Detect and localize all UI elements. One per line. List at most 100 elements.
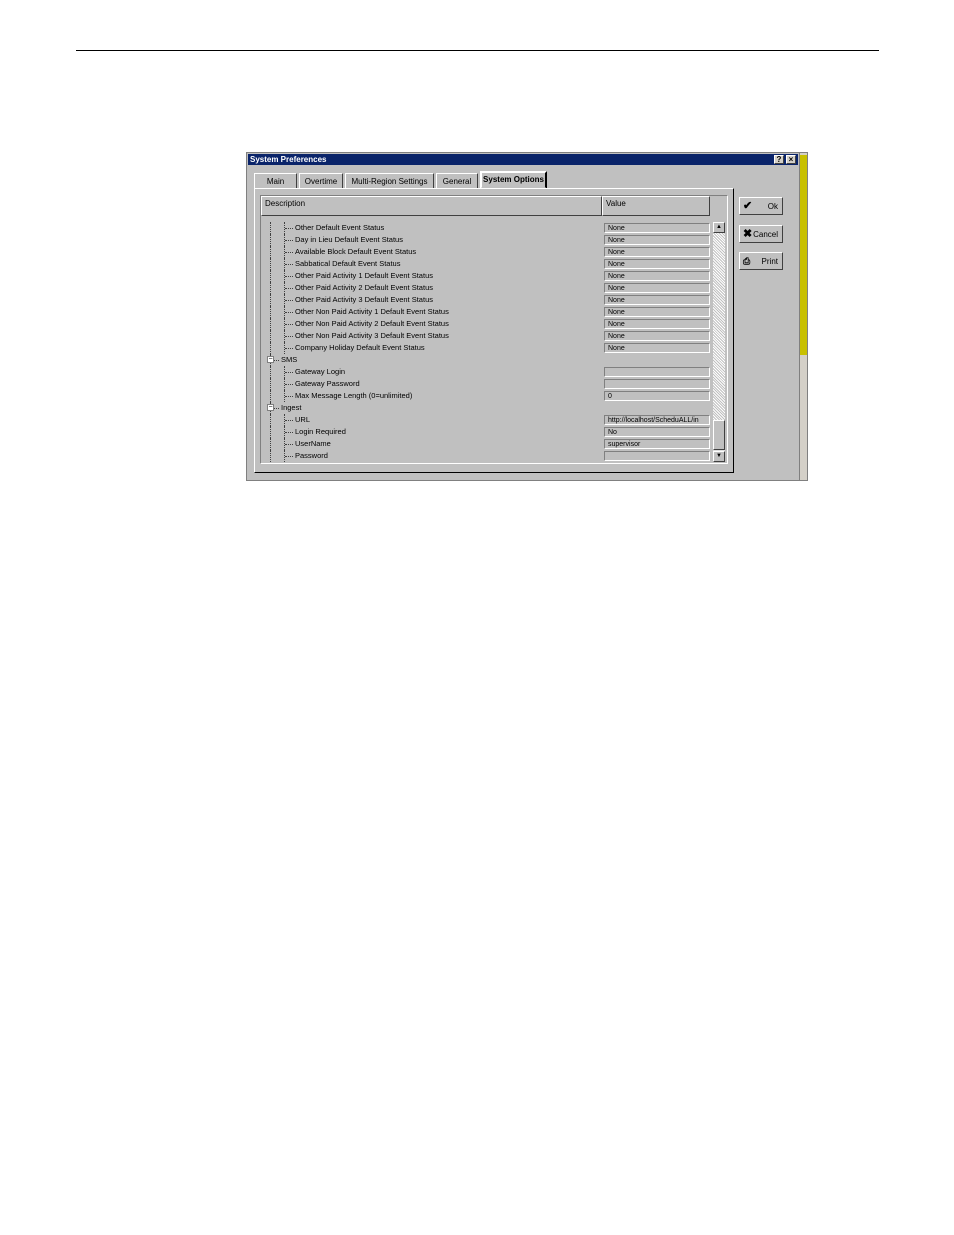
row-label: UserName	[295, 439, 331, 448]
collapse-toggle-icon[interactable]: −	[267, 404, 274, 411]
print-button[interactable]: ⎙ Print	[739, 252, 783, 270]
tree-line	[270, 246, 271, 258]
grid-row[interactable]: Gateway Login	[261, 366, 711, 378]
tree-branch	[285, 348, 293, 349]
cancel-button[interactable]: ✖ Cancel	[739, 225, 783, 243]
tree-line	[270, 366, 271, 378]
grid-row[interactable]: Max Message Length (0=unlimited) 0	[261, 390, 711, 402]
grid-rows: Other Default Event Status None Day in Lie…	[261, 222, 711, 462]
row-value-field[interactable]: http://localhost/ScheduALL/in	[604, 415, 710, 425]
grid-row[interactable]: Company Holiday Default Event Status None	[261, 342, 711, 354]
row-label: Other Non Paid Activity 3 Default Event …	[295, 331, 449, 340]
grid-row[interactable]: Sabbatical Default Event Status None	[261, 258, 711, 270]
tree-branch	[285, 456, 293, 457]
grid-scrollbar[interactable]: ▲ ▼	[713, 222, 725, 462]
tab-system-options[interactable]: System Options	[480, 171, 547, 189]
system-preferences-window: System Preferences ? × Main Overtime Mul…	[246, 152, 808, 481]
ok-label: Ok	[767, 202, 778, 211]
column-header-description[interactable]: Description	[261, 196, 602, 216]
grid-row[interactable]: Login Required No	[261, 426, 711, 438]
grid-row[interactable]: Password	[261, 450, 711, 462]
row-value-field[interactable]: None	[604, 223, 710, 233]
tree-branch	[285, 288, 293, 289]
tree-branch	[285, 228, 293, 229]
tab-overtime[interactable]: Overtime	[299, 173, 343, 188]
grid-row[interactable]: Other Non Paid Activity 3 Default Event …	[261, 330, 711, 342]
x-icon: ✖	[743, 228, 753, 240]
column-header-value[interactable]: Value	[602, 196, 710, 216]
row-value-field[interactable]: None	[604, 331, 710, 341]
tree-line	[270, 438, 271, 450]
grid-row[interactable]: Other Non Paid Activity 2 Default Event …	[261, 318, 711, 330]
collapse-toggle-icon[interactable]: −	[267, 356, 274, 363]
row-value-field[interactable]: None	[604, 343, 710, 353]
tree-line	[270, 234, 271, 246]
tree-branch	[285, 312, 293, 313]
row-value-field[interactable]	[604, 379, 710, 389]
cancel-label: Cancel	[753, 230, 778, 239]
row-value-field[interactable]: No	[604, 427, 710, 437]
scroll-up-icon[interactable]: ▲	[713, 222, 725, 233]
tab-general[interactable]: General	[436, 173, 478, 188]
row-label: Other Non Paid Activity 2 Default Event …	[295, 319, 449, 328]
tree-branch	[285, 264, 293, 265]
row-value-field[interactable]	[604, 451, 710, 461]
grid-row[interactable]: Other Default Event Status None	[261, 222, 711, 234]
grid-row[interactable]: UserName supervisor	[261, 438, 711, 450]
tab-main[interactable]: Main	[254, 173, 297, 188]
row-value-field[interactable]: None	[604, 295, 710, 305]
help-button[interactable]: ?	[774, 155, 784, 164]
tree-branch	[274, 360, 279, 361]
tab-panel: Description Value Other Default Event St…	[254, 188, 734, 473]
tree-line	[270, 426, 271, 438]
scroll-down-icon[interactable]: ▼	[713, 451, 725, 462]
background-scrollbar[interactable]	[799, 153, 807, 480]
row-value-field[interactable]: None	[604, 247, 710, 257]
row-label: SMS	[281, 355, 298, 364]
tab-multi-region-settings[interactable]: Multi-Region Settings	[345, 173, 434, 188]
row-value-field[interactable]: 0	[604, 391, 710, 401]
tree-branch	[285, 420, 293, 421]
print-icon: ⎙	[743, 256, 751, 266]
row-value-field[interactable]: supervisor	[604, 439, 710, 449]
row-label: Login Required	[295, 427, 346, 436]
row-label: Gateway Password	[295, 379, 360, 388]
scroll-thumb[interactable]	[713, 420, 725, 450]
grid-row[interactable]: Available Block Default Event Status None	[261, 246, 711, 258]
grid-group-row[interactable]: − SMS	[261, 354, 711, 366]
row-value-field[interactable]: None	[604, 259, 710, 269]
page-top-rule	[76, 50, 879, 51]
grid-row[interactable]: Other Paid Activity 1 Default Event Stat…	[261, 270, 711, 282]
tree-branch	[285, 252, 293, 253]
tree-line	[270, 414, 271, 426]
grid-row[interactable]: Gateway Password	[261, 378, 711, 390]
tree-branch	[285, 396, 293, 397]
row-label: Company Holiday Default Event Status	[295, 343, 425, 352]
row-value-field[interactable]: None	[604, 271, 710, 281]
grid-row[interactable]: URL http://localhost/ScheduALL/in	[261, 414, 711, 426]
grid-row[interactable]: Other Paid Activity 2 Default Event Stat…	[261, 282, 711, 294]
row-label: Ingest	[281, 403, 302, 412]
row-value-field[interactable]: None	[604, 235, 710, 245]
row-value-field[interactable]: None	[604, 283, 710, 293]
grid-row[interactable]: Day in Lieu Default Event Status None	[261, 234, 711, 246]
tree-line	[270, 270, 271, 282]
background-scroll-thumb[interactable]	[800, 155, 807, 355]
tree-line	[270, 342, 271, 354]
row-label: Sabbatical Default Event Status	[295, 259, 401, 268]
tree-branch	[285, 444, 293, 445]
row-value-field[interactable]: None	[604, 319, 710, 329]
tree-branch	[285, 300, 293, 301]
row-value-field[interactable]	[604, 367, 710, 377]
grid-group-row[interactable]: − Ingest	[261, 402, 711, 414]
tree-line	[270, 282, 271, 294]
tree-line	[270, 330, 271, 342]
close-button[interactable]: ×	[786, 155, 796, 164]
ok-button[interactable]: ✔ Ok	[739, 197, 783, 215]
grid-row[interactable]: Other Paid Activity 3 Default Event Stat…	[261, 294, 711, 306]
row-label: Max Message Length (0=unlimited)	[295, 391, 413, 400]
tree-branch	[285, 276, 293, 277]
row-value-field[interactable]: None	[604, 307, 710, 317]
scroll-track[interactable]	[713, 233, 725, 420]
grid-row[interactable]: Other Non Paid Activity 1 Default Event …	[261, 306, 711, 318]
